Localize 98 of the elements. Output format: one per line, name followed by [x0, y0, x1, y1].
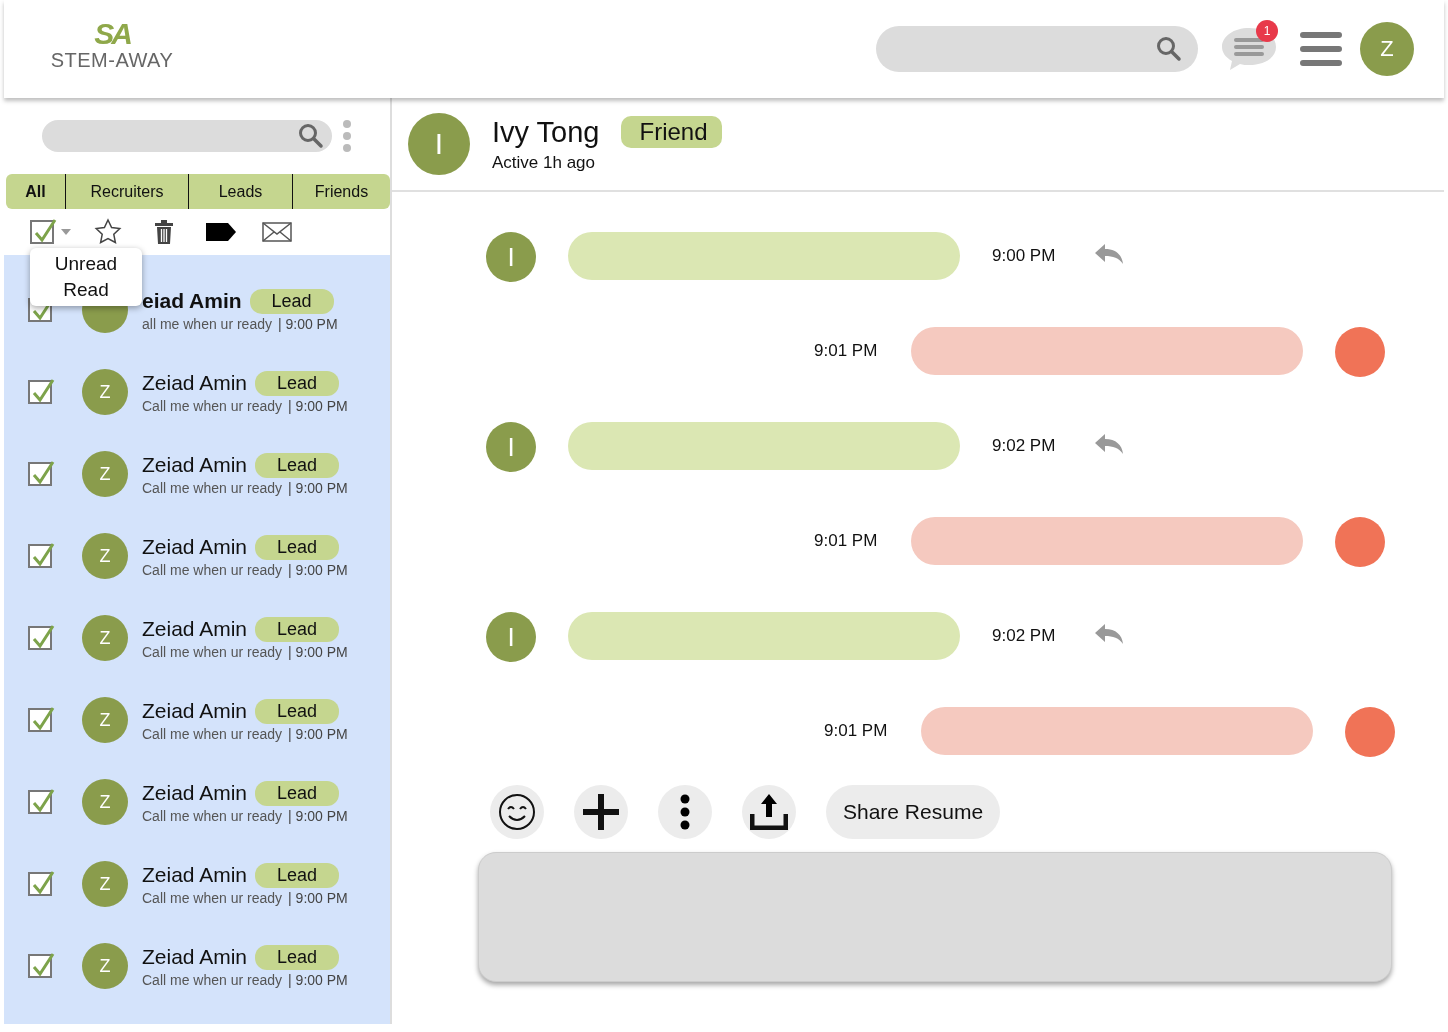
message-time: | 9:00 PM [288, 397, 348, 414]
checkbox[interactable] [28, 872, 52, 896]
plus-icon [583, 794, 619, 830]
lead-tag: Lead [255, 944, 340, 970]
contact-name[interactable]: Zeiad Amin [142, 371, 248, 395]
friend-tag: Friend [621, 116, 722, 148]
filter-tab[interactable]: Friends [293, 174, 390, 209]
message-preview: Call me when ur ready [142, 971, 283, 988]
checkbox[interactable] [28, 626, 52, 650]
logo[interactable]: SA STEM-AWAY [50, 19, 174, 79]
contact-avatar: I [408, 113, 470, 175]
reply-icon[interactable] [1093, 622, 1126, 646]
notification-badge: 1 [1256, 20, 1278, 42]
lead-tag: Lead [249, 288, 334, 314]
checkbox[interactable] [30, 220, 54, 244]
menu-icon[interactable] [1300, 31, 1342, 67]
message-time: | 9:00 PM [288, 561, 348, 578]
filter-tab[interactable]: All [6, 174, 66, 209]
message-time: | 9:00 PM [288, 889, 348, 906]
more-icon [680, 794, 690, 830]
message-preview: Call me when ur ready [142, 643, 283, 660]
lead-tag: Lead [255, 370, 340, 396]
add-button[interactable] [574, 785, 628, 839]
reply-icon[interactable] [1093, 432, 1126, 456]
message-time: | 9:00 PM [277, 315, 338, 332]
message-time: 9:01 PM [814, 530, 878, 552]
envelope-icon[interactable] [262, 222, 292, 242]
reply-icon[interactable] [1093, 242, 1126, 266]
contact-name[interactable]: Zeiad Amin [142, 617, 248, 641]
star-icon[interactable] [94, 218, 122, 246]
search-field[interactable] [42, 120, 332, 152]
lead-tag: Lead [255, 862, 340, 888]
contact-avatar: Z [82, 451, 128, 497]
message-time: | 9:00 PM [288, 643, 348, 660]
contact-avatar: Z [82, 369, 128, 415]
filter-tab[interactable]: Leads [189, 174, 293, 209]
message-time: 9:02 PM [992, 625, 1056, 647]
message-preview: Call me when ur ready [142, 807, 283, 824]
contact-name[interactable]: Zeiad Amin [142, 699, 248, 723]
contact-name[interactable]: eiad Amin [142, 289, 242, 313]
user-avatar [1345, 707, 1396, 757]
message-preview: Call me when ur ready [142, 561, 283, 578]
lead-tag: Lead [255, 452, 340, 478]
message-time: 9:02 PM [992, 435, 1056, 457]
contact-name[interactable]: Zeiad Amin [142, 781, 248, 805]
message-preview: Call me when ur ready [142, 479, 283, 496]
lead-tag: Lead [255, 780, 340, 806]
search-field[interactable] [876, 26, 1198, 72]
search-icon[interactable] [1156, 36, 1182, 62]
caret-icon[interactable] [60, 228, 72, 236]
checkbox[interactable] [28, 544, 52, 568]
checkbox[interactable] [28, 954, 52, 978]
sender-avatar: I [486, 612, 536, 662]
message-time: | 9:00 PM [288, 807, 348, 824]
contact-name[interactable]: Zeiad Amin [142, 535, 248, 559]
sender-avatar: I [486, 232, 536, 282]
contact-avatar: Z [82, 615, 128, 661]
contact-avatar: Z [82, 943, 128, 989]
user-avatar [1335, 517, 1386, 567]
active-status: Active 1h ago [492, 152, 596, 173]
lead-tag: Lead [255, 616, 340, 642]
message-preview: Call me when ur ready [142, 889, 283, 906]
contact-avatar: Z [82, 697, 128, 743]
search-icon[interactable] [298, 123, 324, 149]
message-preview: all me when ur ready [142, 315, 272, 332]
menu-item[interactable]: Read [63, 279, 109, 301]
tag-icon[interactable] [206, 223, 236, 241]
contact-name: Ivy Tong [492, 115, 600, 149]
message-time: | 9:00 PM [288, 479, 348, 496]
smiley-icon [498, 793, 536, 831]
message-time: 9:01 PM [814, 340, 878, 362]
checkbox[interactable] [28, 462, 52, 486]
contact-name[interactable]: Zeiad Amin [142, 453, 248, 477]
contact-avatar: Z [82, 861, 128, 907]
contact-avatar: Z [82, 533, 128, 579]
message-time: | 9:00 PM [288, 971, 348, 988]
trash-icon[interactable] [154, 219, 174, 245]
menu-item[interactable]: Unread [54, 253, 118, 275]
sender-avatar: I [486, 422, 536, 472]
message-preview: Call me when ur ready [142, 725, 283, 742]
filter-tab[interactable]: Recruiters [66, 174, 189, 209]
upload-icon [750, 794, 788, 830]
message-time: 9:01 PM [824, 720, 888, 742]
checkbox[interactable] [28, 790, 52, 814]
contact-name[interactable]: Zeiad Amin [142, 863, 248, 887]
checkbox[interactable] [28, 708, 52, 732]
checkbox[interactable] [28, 380, 52, 404]
contact-avatar: Z [82, 779, 128, 825]
share-resume-button[interactable]: Share Resume [826, 785, 1001, 839]
user-avatar [1335, 327, 1386, 377]
contact-name[interactable]: Zeiad Amin [142, 945, 248, 969]
message-time: | 9:00 PM [288, 725, 348, 742]
more-button[interactable] [658, 785, 712, 839]
message-preview: Call me when ur ready [142, 397, 283, 414]
message-time: 9:00 PM [992, 245, 1056, 267]
lead-tag: Lead [255, 534, 340, 560]
message-input[interactable] [478, 852, 1392, 982]
lead-tag: Lead [255, 698, 340, 724]
